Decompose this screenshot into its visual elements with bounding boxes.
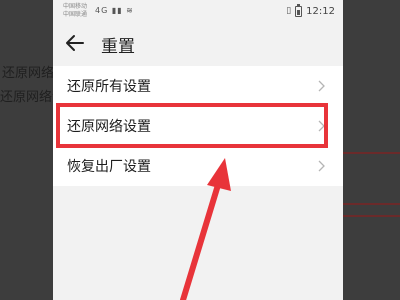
status-bar: 中国移动 中国联通 4G ▮▮ ≋ ▯ 12:12 [53, 0, 343, 22]
list-item-label: 还原网络设置 [67, 119, 151, 135]
chevron-right-icon [318, 160, 325, 172]
reset-all-settings-item[interactable]: 还原所有设置 [53, 66, 343, 106]
chevron-right-icon [318, 120, 325, 132]
factory-reset-item[interactable]: 恢复出厂设置 [53, 146, 343, 186]
page-title: 重置 [101, 37, 135, 57]
page-header: 重置 [53, 22, 343, 66]
list-item-label: 恢复出厂设置 [67, 159, 151, 175]
carrier-name: 中国移动 [63, 3, 88, 10]
status-right-group: ▯ 12:12 [286, 3, 335, 18]
background-divider [343, 203, 400, 205]
background-divider [343, 215, 400, 217]
reset-network-settings-item[interactable]: 还原网络设置 [53, 106, 343, 146]
chevron-right-icon [318, 80, 325, 92]
vibrate-icon: ▯ [286, 6, 292, 16]
back-arrow-icon[interactable] [64, 32, 86, 54]
background-text-line: 还原网络 [2, 66, 55, 81]
signal-icons: 4G ▮▮ ≋ [95, 6, 134, 15]
carrier-name: 中国联通 [63, 11, 88, 18]
status-time: 12:12 [306, 5, 335, 17]
background-divider [343, 152, 400, 154]
list-item-label: 还原所有设置 [67, 79, 151, 95]
battery-icon [295, 3, 303, 17]
phone-screen: 中国移动 中国联通 4G ▮▮ ≋ ▯ 12:12 重置 还原所有设置 还原网络… [53, 0, 343, 300]
settings-list: 还原所有设置 还原网络设置 恢复出厂设置 [53, 66, 343, 186]
